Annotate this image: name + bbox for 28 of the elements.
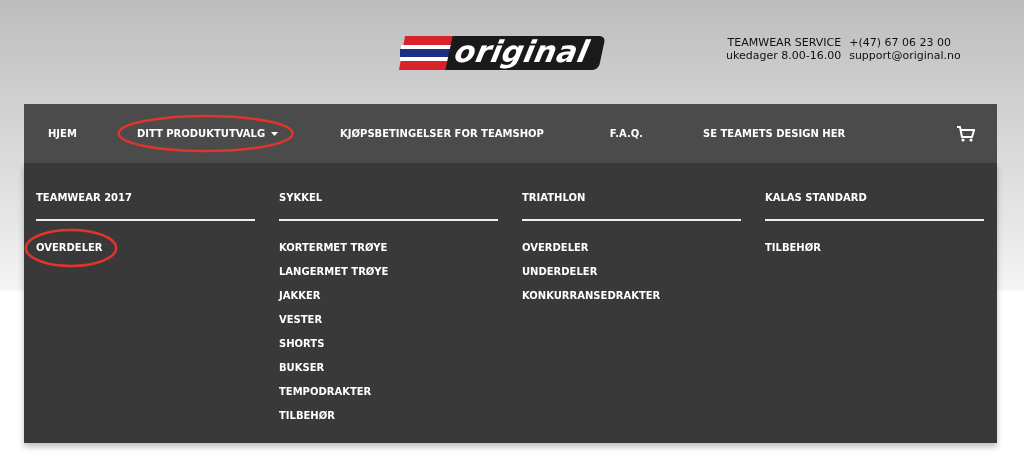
menu-heading: TRIATHLON (522, 191, 587, 205)
menu-heading: SYKKEL (279, 191, 324, 205)
cart-icon[interactable] (957, 125, 975, 142)
nav-link[interactable]: F.A.Q. (609, 128, 644, 139)
menu-item[interactable]: BUKSER (279, 361, 325, 375)
menu-heading: TEAMWEAR 2017 (36, 191, 133, 205)
menu-item[interactable]: UNDERDELER (522, 265, 598, 279)
nav-link[interactable]: KJØPSBETINGELSER FOR TEAMSHOP (340, 128, 544, 139)
menu-item[interactable]: TILBEHØR (765, 241, 821, 255)
menu-item[interactable]: KONKURRANSEDRAKTER (522, 289, 661, 303)
nav-link[interactable]: SE TEAMETS DESIGN HER (703, 128, 846, 139)
menu-item[interactable]: TILBEHØR (279, 409, 335, 423)
menu-heading: KALAS STANDARD (765, 191, 868, 205)
menu-item[interactable]: SHORTS (279, 337, 325, 351)
contact-label: TEAMWEAR SERVICE (726, 36, 842, 49)
contact-value: support@original.no (849, 49, 961, 62)
menu-item[interactable]: JAKKER (279, 289, 321, 303)
menu-item[interactable]: KORTERMET TRØYE (279, 241, 388, 255)
flag-stripes-icon (397, 36, 453, 70)
menu-item[interactable]: TEMPODRAKTER (279, 385, 372, 399)
menu-item[interactable]: OVERDELER (522, 241, 589, 255)
contact-label: ukedager 8.00-16.00 (726, 49, 842, 62)
menu-item[interactable]: VESTER (279, 313, 323, 327)
logo[interactable]: original (397, 36, 603, 70)
contact-value: +(47) 67 06 23 00 (849, 36, 952, 49)
logo-wordmark: original (445, 36, 606, 70)
nav-link[interactable]: HJEM (48, 128, 77, 139)
menu-item[interactable]: LANGERMET TRØYE (279, 265, 389, 279)
